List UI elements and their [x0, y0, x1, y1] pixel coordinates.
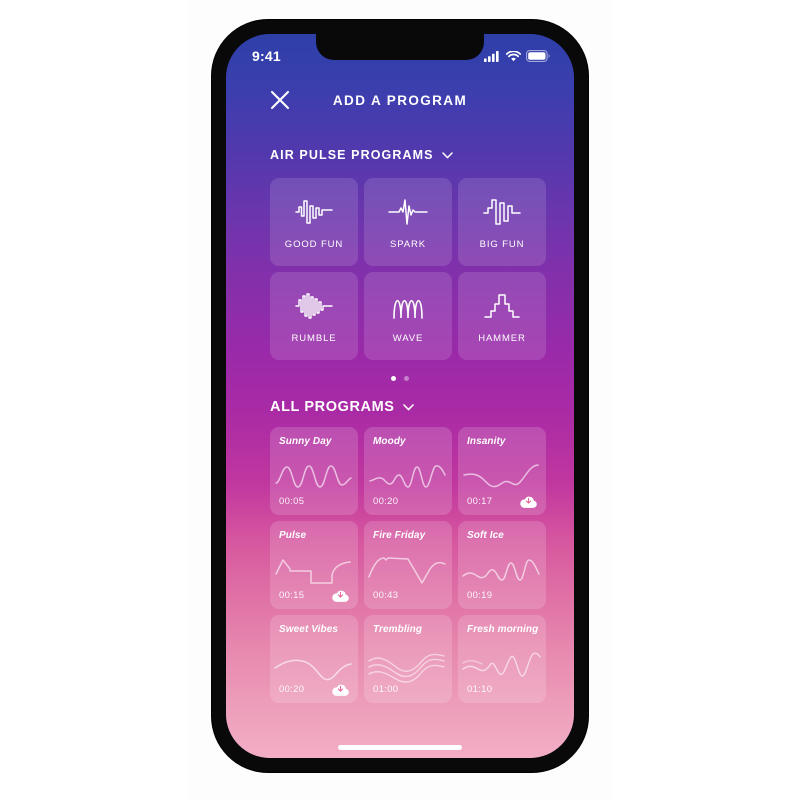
phone-frame: 9:41 ADD A PROGRAM AIR PULSE PROGRAMS GO… [212, 20, 588, 772]
air-pulse-tile-spark[interactable]: SPARK [364, 178, 452, 266]
pager-dots [226, 376, 574, 381]
program-card[interactable]: Fresh morning 01:10 [458, 615, 546, 703]
air-pulse-label: BIG FUN [479, 238, 525, 250]
program-card[interactable]: Insanity 00:17 [458, 427, 546, 515]
device-notch [316, 34, 484, 60]
close-icon[interactable] [268, 88, 292, 112]
air-pulse-label: RUMBLE [291, 332, 337, 344]
program-duration: 01:10 [467, 684, 493, 695]
program-waveform [368, 557, 446, 584]
program-waveform [275, 559, 351, 584]
waveform-good-fun-icon [294, 195, 334, 229]
pager-dot-1[interactable] [391, 376, 396, 381]
cellular-signal-icon [484, 50, 499, 62]
program-waveform [463, 464, 539, 488]
program-name: Fresh morning [467, 624, 539, 635]
program-name: Pulse [279, 530, 307, 541]
program-waveform [462, 559, 540, 581]
program-name: Insanity [467, 436, 506, 447]
program-name: Sunny Day [279, 436, 332, 447]
waveform-spark-icon [388, 195, 428, 229]
pager-dot-2[interactable] [404, 376, 409, 381]
status-icons-group [484, 46, 550, 62]
program-card[interactable]: Trembling 01:00 [364, 615, 452, 703]
air-pulse-label: GOOD FUN [284, 238, 344, 250]
waveform-hammer-icon [482, 289, 522, 323]
program-duration: 01:00 [373, 684, 399, 695]
program-card[interactable]: Soft Ice 00:19 [458, 521, 546, 609]
program-duration: 00:15 [279, 590, 305, 601]
chevron-down-icon[interactable] [402, 403, 414, 411]
program-name: Sweet Vibes [279, 624, 339, 635]
program-duration: 00:17 [467, 496, 493, 507]
waveform-wave-icon [388, 289, 428, 323]
chevron-down-icon[interactable] [441, 151, 453, 159]
air-pulse-tile-good-fun[interactable]: GOOD FUN [270, 178, 358, 266]
program-waveform [274, 659, 352, 681]
all-programs-grid: Sunny Day 00:05 Moody 00:20 Insanity 00:… [226, 427, 574, 703]
program-card[interactable]: Sunny Day 00:05 [270, 427, 358, 515]
waveform-big-fun-icon [482, 195, 522, 229]
program-card[interactable]: Sweet Vibes 00:20 [270, 615, 358, 703]
cloud-download-icon[interactable] [519, 494, 538, 509]
program-duration: 00:19 [467, 590, 493, 601]
cloud-download-icon[interactable] [331, 588, 350, 603]
app-screen: 9:41 ADD A PROGRAM AIR PULSE PROGRAMS GO… [226, 34, 574, 758]
program-card[interactable]: Fire Friday 00:43 [364, 521, 452, 609]
battery-icon [526, 50, 550, 62]
program-waveform [369, 465, 446, 488]
program-name: Soft Ice [467, 530, 504, 541]
program-card[interactable]: Moody 00:20 [364, 427, 452, 515]
program-card[interactable]: Pulse 00:15 [270, 521, 358, 609]
program-duration: 00:20 [373, 496, 399, 507]
waveform-rumble-icon [294, 289, 334, 323]
program-duration: 00:43 [373, 590, 399, 601]
program-waveform [275, 465, 352, 488]
air-pulse-tile-big-fun[interactable]: BIG FUN [458, 178, 546, 266]
air-pulse-tile-wave[interactable]: WAVE [364, 272, 452, 360]
section-header-all-programs[interactable]: ALL PROGRAMS [226, 399, 574, 415]
program-name: Trembling [373, 624, 423, 635]
program-waveform [368, 653, 445, 683]
program-name: Moody [373, 436, 406, 447]
phone-screen-container: 9:41 ADD A PROGRAM AIR PULSE PROGRAMS GO… [226, 34, 574, 758]
wifi-icon [506, 50, 521, 61]
air-pulse-grid: GOOD FUN SPARK BIG FUN RUMBLE WAVE HAMME… [226, 178, 574, 360]
content-scroll[interactable]: AIR PULSE PROGRAMS GOOD FUN SPARK BIG FU… [226, 126, 574, 758]
screenshot-root: 9:41 ADD A PROGRAM AIR PULSE PROGRAMS GO… [0, 0, 800, 800]
cloud-download-icon[interactable] [331, 682, 350, 697]
program-duration: 00:20 [279, 684, 305, 695]
program-duration: 00:05 [279, 496, 305, 507]
section-title-air-pulse: AIR PULSE PROGRAMS [270, 148, 434, 162]
section-header-air-pulse[interactable]: AIR PULSE PROGRAMS [226, 148, 574, 162]
air-pulse-label: HAMMER [478, 332, 526, 344]
air-pulse-tile-hammer[interactable]: HAMMER [458, 272, 546, 360]
status-time: 9:41 [252, 48, 281, 64]
air-pulse-label: WAVE [392, 332, 424, 344]
all-programs-section: ALL PROGRAMS Sunny Day 00:05 Moody 00:20… [226, 399, 574, 703]
section-title-all-programs: ALL PROGRAMS [270, 399, 395, 415]
air-pulse-tile-rumble[interactable]: RUMBLE [270, 272, 358, 360]
air-pulse-label: SPARK [389, 238, 426, 250]
home-indicator[interactable] [338, 745, 462, 750]
nav-bar: ADD A PROGRAM [226, 74, 574, 126]
program-waveform [462, 652, 541, 677]
program-name: Fire Friday [373, 530, 426, 541]
